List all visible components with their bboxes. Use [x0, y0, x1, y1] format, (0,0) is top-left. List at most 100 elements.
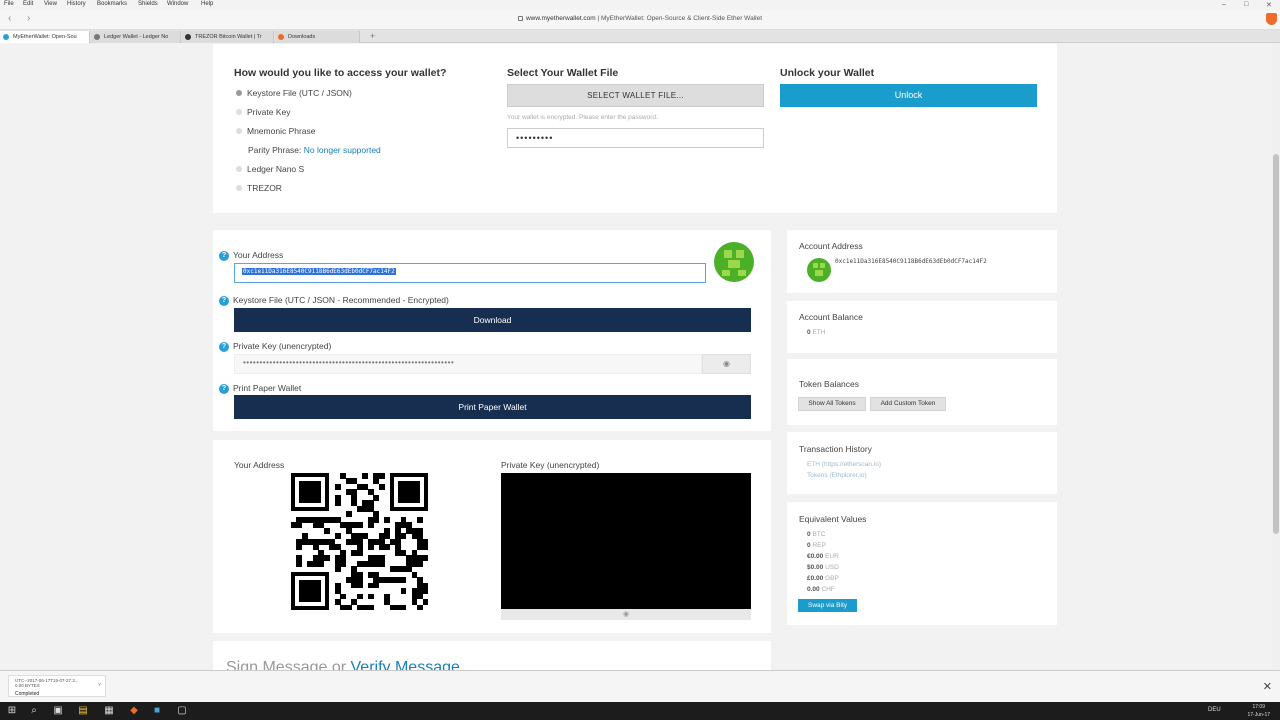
qr-module	[334, 500, 341, 507]
private-key-field[interactable]: ••••••••••••••••••••••••••••••••••••••••…	[234, 354, 702, 374]
add-custom-token-button[interactable]: Add Custom Token	[870, 397, 946, 411]
menu-bar: File Edit View History Bookmarks Shields…	[0, 0, 1280, 10]
balance-value: 0	[807, 329, 811, 336]
password-field[interactable]: •••••••••	[507, 128, 764, 148]
ethplorer-link[interactable]: Tokens (Ethplorer.io)	[807, 472, 867, 479]
menu-bookmarks[interactable]: Bookmarks	[97, 1, 127, 7]
qr-module	[400, 604, 407, 611]
url-field[interactable]: www.myetherwallet.com | MyEtherWallet: O…	[0, 15, 1280, 22]
close-window-button[interactable]: ✕	[1266, 1, 1272, 9]
radio-keystore[interactable]: Keystore File (UTC / JSON)	[234, 88, 352, 98]
qr-module	[378, 473, 385, 479]
task-view-icon[interactable]: ▣	[52, 705, 64, 717]
menu-window[interactable]: Window	[167, 1, 188, 7]
equiv-unit: REP	[812, 542, 826, 549]
download-item[interactable]: UTC--2017-06-17T15-07-27.3... 0.00 BYTES…	[8, 675, 106, 697]
swap-via-bity-button[interactable]: Swap via Bity	[798, 599, 857, 612]
new-tab-button[interactable]: +	[370, 31, 375, 41]
menu-edit[interactable]: Edit	[23, 1, 33, 7]
tab-myetherwallet[interactable]: MyEtherWallet: Open-Sou	[0, 31, 90, 43]
print-paper-wallet-button[interactable]: Print Paper Wallet	[234, 395, 751, 419]
close-download-bar-button[interactable]: ✕	[1263, 680, 1272, 693]
radio-ledger[interactable]: Ledger Nano S	[234, 164, 304, 174]
brave-lion-icon[interactable]	[1266, 13, 1277, 25]
app-icon[interactable]: ■	[151, 705, 163, 717]
equiv-value: 0	[807, 542, 811, 549]
qr-finder-pattern	[389, 473, 428, 512]
equiv-row-usd: $0.00 USD	[807, 564, 839, 571]
select-wallet-file-button[interactable]: SELECT WALLET FILE...	[507, 84, 764, 107]
search-icon[interactable]: ⌕	[28, 705, 40, 717]
radio-dot	[236, 185, 242, 191]
account-address-value: 0xc1e11Da316E8540C9118B6dE63dEb0dCF7ac14…	[835, 258, 987, 265]
equiv-row-chf: 0.00 CHF	[807, 586, 835, 593]
help-icon[interactable]: ?	[219, 384, 229, 394]
verify-message-link[interactable]: Verify Message	[351, 659, 460, 670]
menu-file[interactable]: File	[4, 1, 14, 7]
sign-or-text: or	[327, 659, 351, 670]
equiv-value: 0.00	[807, 586, 820, 593]
password-hint: Your wallet is encrypted. Please enter t…	[507, 114, 658, 121]
qr-module	[417, 560, 423, 567]
access-wallet-card: How would you like to access your wallet…	[213, 44, 1057, 213]
qr-finder-pattern	[291, 473, 330, 512]
transaction-history-label: Transaction History	[799, 444, 872, 454]
download-size: 0.00 BYTES	[15, 683, 40, 688]
tab-trezor[interactable]: TREZOR Bitcoin Wallet | Tr	[182, 31, 274, 43]
help-icon[interactable]: ?	[219, 251, 229, 261]
tab-bar: MyEtherWallet: Open-Sou Ledger Wallet - …	[0, 30, 1280, 43]
page-scrollbar[interactable]	[1272, 44, 1280, 670]
language-indicator[interactable]: DEU	[1208, 707, 1221, 713]
unlock-button[interactable]: Unlock	[780, 84, 1037, 107]
file-explorer-icon[interactable]: ▤	[77, 705, 89, 717]
etherscan-link[interactable]: ETH (https://etherscan.io)	[807, 461, 881, 468]
radio-trezor[interactable]: TREZOR	[234, 183, 282, 193]
balance-row: 0 ETH	[807, 329, 825, 336]
windows-start-icon[interactable]: ⊞	[6, 705, 18, 717]
help-icon[interactable]: ?	[219, 296, 229, 306]
chevron-down-icon[interactable]: ˅	[98, 682, 101, 688]
address-selected-text: 0xc1e11Da316E8540C9118B6dE63dEb0dCF7ac14…	[242, 268, 396, 275]
qr-module	[296, 522, 303, 529]
qr-module	[334, 566, 341, 573]
transaction-history-card: Transaction History ETH (https://ethersc…	[787, 432, 1057, 494]
address-bar: ‹ › www.myetherwallet.com | MyEtherWalle…	[0, 10, 1280, 30]
address-field[interactable]: 0xc1e11Da316E8540C9118B6dE63dEb0dCF7ac14…	[234, 263, 706, 283]
qr-module	[356, 593, 363, 600]
menu-view[interactable]: View	[44, 1, 57, 7]
tab-downloads[interactable]: Downloads	[275, 31, 360, 43]
show-private-key-button[interactable]: ◉	[702, 354, 751, 374]
minimize-button[interactable]: –	[1222, 1, 1226, 8]
qr-module	[400, 588, 407, 594]
tab-label: Ledger Wallet - Ledger No	[104, 34, 169, 40]
help-icon[interactable]: ?	[219, 342, 229, 352]
radio-dot	[236, 128, 242, 134]
equiv-unit: EUR	[825, 553, 839, 560]
taskbar-clock[interactable]: 17:09 17-Jun-17	[1247, 703, 1270, 719]
menu-history[interactable]: History	[67, 1, 86, 7]
clock-date: 17-Jun-17	[1247, 712, 1270, 718]
download-status: Completed	[15, 691, 40, 697]
tab-ledger[interactable]: Ledger Wallet - Ledger No	[91, 31, 181, 43]
menu-shields[interactable]: Shields	[138, 1, 158, 7]
address-identicon	[714, 242, 754, 282]
brave-browser-icon[interactable]: ◆	[128, 705, 140, 717]
store-icon[interactable]: ▦	[103, 705, 115, 717]
app-icon[interactable]: ▢	[176, 705, 188, 717]
reveal-private-key-qr-button[interactable]: ◉	[501, 609, 751, 620]
radio-private-key[interactable]: Private Key	[234, 107, 290, 117]
show-all-tokens-button[interactable]: Show All Tokens	[798, 397, 866, 411]
balance-unit: ETH	[812, 329, 826, 336]
download-bar: UTC--2017-06-17T15-07-27.3... 0.00 BYTES…	[0, 670, 1280, 702]
download-keystore-button[interactable]: Download	[234, 308, 751, 332]
menu-help[interactable]: Help	[201, 1, 213, 7]
radio-mnemonic[interactable]: Mnemonic Phrase	[234, 126, 316, 136]
maximize-button[interactable]: □	[1244, 1, 1248, 8]
scrollbar-thumb[interactable]	[1273, 154, 1279, 534]
qr-module	[373, 582, 380, 589]
qr-private-key-label: Private Key (unencrypted)	[501, 460, 600, 470]
parity-unsupported-link[interactable]: No longer supported	[304, 145, 381, 155]
qr-module	[345, 604, 352, 611]
lock-icon	[517, 16, 523, 21]
radio-dot	[236, 90, 242, 96]
